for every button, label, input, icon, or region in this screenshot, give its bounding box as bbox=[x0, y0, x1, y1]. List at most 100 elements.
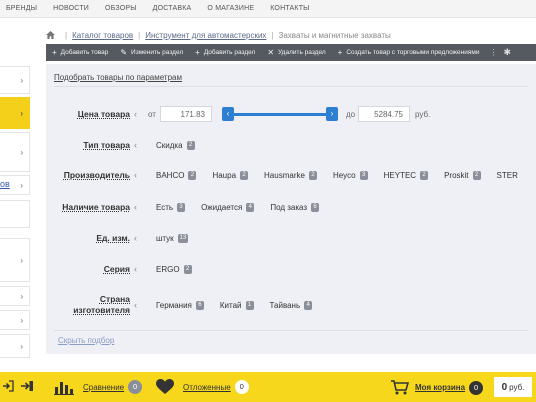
price-to-input[interactable] bbox=[358, 106, 410, 122]
filter-values: Германия 6 Китай 1 Тайвань 4 bbox=[156, 300, 328, 310]
count-badge: 2 bbox=[240, 170, 249, 180]
filter-value[interactable]: Скидка 2 bbox=[156, 140, 195, 150]
filter-value[interactable]: Ожидается 4 bbox=[201, 202, 255, 212]
chevron-left-icon[interactable]: ‹ bbox=[134, 202, 137, 212]
filter-value[interactable]: BAHCO 2 bbox=[156, 170, 197, 180]
sidebar-item[interactable]: › bbox=[0, 66, 30, 94]
filter-row-price: Цена товара ‹ от ‹ › до руб. bbox=[46, 103, 536, 125]
filter-value[interactable]: Тайвань 4 bbox=[270, 300, 313, 310]
add-product-button[interactable]: + Добавить товар bbox=[46, 44, 114, 61]
compare-button[interactable]: Сравнение 0 bbox=[54, 379, 143, 395]
count-badge: 6 bbox=[311, 202, 320, 212]
sidebar-item[interactable]: › bbox=[0, 132, 30, 172]
price-slider-track[interactable] bbox=[226, 113, 334, 116]
price-slider-max-handle[interactable]: › bbox=[326, 107, 338, 121]
nav-contacts[interactable]: КОНТАКТЫ bbox=[262, 5, 317, 12]
add-section-label: Добавить раздел bbox=[203, 49, 256, 56]
filter-value[interactable]: Есть 3 bbox=[156, 202, 186, 212]
filter-value-label: Скидка bbox=[156, 140, 183, 150]
filter-value[interactable]: штук 13 bbox=[156, 233, 189, 243]
filter-label-type[interactable]: Тип товара bbox=[83, 140, 130, 151]
chevron-left-icon[interactable]: ‹ bbox=[134, 170, 137, 180]
filter-value-label: Под заказ bbox=[270, 202, 308, 212]
add-product-label: Добавить товар bbox=[60, 49, 109, 56]
filter-value-label: Haupa bbox=[212, 170, 237, 180]
divider bbox=[54, 330, 528, 331]
login-icon[interactable] bbox=[2, 380, 14, 392]
count-badge: 2 bbox=[186, 140, 195, 150]
filter-value-label: Hausmarke bbox=[264, 170, 305, 180]
filter-value[interactable]: Proskit 2 bbox=[444, 170, 481, 180]
filter-value-label: HEYTEC bbox=[383, 170, 417, 180]
chevron-right-icon: › bbox=[20, 108, 23, 118]
nav-about[interactable]: О МАГАЗИНЕ bbox=[199, 5, 262, 12]
filter-value[interactable]: Германия 6 bbox=[156, 300, 204, 310]
filter-value[interactable]: Haupa 2 bbox=[212, 170, 249, 180]
chevron-left-icon[interactable]: ‹ bbox=[134, 140, 137, 150]
sidebar-item[interactable]: › bbox=[0, 238, 30, 282]
pencil-icon: ✎ bbox=[120, 47, 128, 57]
home-icon[interactable] bbox=[46, 31, 55, 39]
chevron-left-icon[interactable]: ‹ bbox=[134, 233, 137, 243]
count-badge: 1 bbox=[245, 300, 254, 310]
deferred-button[interactable]: Отложенные 0 bbox=[156, 379, 249, 395]
filter-label-series[interactable]: Серия bbox=[104, 264, 130, 275]
sidebar-item[interactable]: › bbox=[0, 286, 30, 306]
chevron-right-icon: › bbox=[330, 109, 334, 118]
smart-filter-panel: Подобрать товары по параметрам Цена това… bbox=[46, 64, 536, 354]
filter-values: BAHCO 2 Haupa 2 Hausmarke 2 Heyco 3 HEYTEC 2 … bbox=[156, 170, 534, 180]
chevron-left-icon[interactable]: ‹ bbox=[134, 300, 137, 310]
gear-icon[interactable]: ✱ bbox=[503, 47, 511, 58]
login-icon[interactable] bbox=[20, 380, 34, 392]
delete-section-button[interactable]: ✕ Удалить раздел bbox=[261, 44, 331, 61]
filter-label-country[interactable]: Страна изготовителя bbox=[66, 294, 130, 316]
chevron-left-icon[interactable]: ‹ bbox=[134, 264, 137, 274]
filter-value[interactable]: Hausmarke 2 bbox=[264, 170, 317, 180]
filter-label-unit[interactable]: Ед. изм. bbox=[96, 233, 130, 244]
plus-icon: + bbox=[195, 47, 200, 57]
sidebar-partial-link[interactable]: ов bbox=[0, 179, 10, 189]
price-slider-min-handle[interactable]: ‹ bbox=[222, 107, 234, 121]
chevron-right-icon: › bbox=[20, 180, 23, 190]
price-from-input[interactable] bbox=[160, 106, 212, 122]
filter-value[interactable]: Heyco 3 bbox=[333, 170, 368, 180]
deferred-label: Отложенные bbox=[183, 382, 231, 392]
filter-value[interactable]: ERGO 2 bbox=[156, 264, 192, 274]
add-section-button[interactable]: + Добавить раздел bbox=[189, 44, 261, 61]
nav-news[interactable]: НОВОСТИ bbox=[45, 5, 97, 12]
create-with-offers-button[interactable]: + Создать товар с торговыми предложениями bbox=[332, 44, 486, 61]
chevron-left-icon[interactable]: ‹ bbox=[134, 109, 137, 119]
price-from-label: от bbox=[148, 109, 156, 119]
more-dots-icon[interactable]: ⋮ bbox=[489, 48, 497, 57]
nav-reviews[interactable]: ОБЗОРЫ bbox=[97, 5, 145, 12]
filter-label-price[interactable]: Цена товара bbox=[78, 109, 130, 120]
filter-label-manufacturer[interactable]: Производитель bbox=[64, 170, 130, 181]
count-badge: 3 bbox=[177, 202, 186, 212]
nav-delivery[interactable]: ДОСТАВКА bbox=[145, 5, 200, 12]
breadcrumb-catalog[interactable]: Каталог товаров bbox=[72, 31, 133, 40]
filter-label-availability[interactable]: Наличие товара bbox=[62, 202, 130, 213]
filter-value-label: ERGO bbox=[156, 264, 180, 274]
hide-filter-link[interactable]: Скрыть подбор bbox=[58, 336, 114, 345]
filter-value[interactable]: STER bbox=[497, 171, 518, 180]
chevron-right-icon: › bbox=[20, 315, 23, 325]
filter-title-link[interactable]: Подобрать товары по параметрам bbox=[54, 73, 182, 82]
sidebar-item[interactable] bbox=[0, 200, 30, 228]
nav-brands[interactable]: БРЕНДЫ bbox=[0, 5, 45, 12]
count-badge: 2 bbox=[183, 264, 192, 274]
sidebar-item[interactable]: › bbox=[0, 310, 30, 330]
filter-value-label: STER bbox=[496, 170, 518, 180]
cart-button[interactable]: Моя корзина 0 bbox=[391, 380, 484, 395]
bottom-bar: Сравнение 0 Отложенные 0 Моя корзина 0 0… bbox=[0, 372, 536, 402]
filter-value-label: Proskit bbox=[444, 170, 469, 180]
sidebar-item-active[interactable]: › bbox=[0, 97, 30, 129]
breadcrumb-separator: | bbox=[271, 30, 274, 40]
filter-value[interactable]: HEYTEC 2 bbox=[383, 170, 429, 180]
chevron-right-icon: › bbox=[20, 255, 23, 265]
plus-icon: + bbox=[337, 47, 343, 57]
edit-section-button[interactable]: ✎ Изменить раздел bbox=[114, 44, 189, 61]
filter-value[interactable]: Китай 1 bbox=[220, 300, 254, 310]
filter-value[interactable]: Под заказ 6 bbox=[270, 202, 320, 212]
sidebar-item[interactable]: › bbox=[0, 334, 30, 358]
breadcrumb-auto-tools[interactable]: Инструмент для автомастерских bbox=[145, 31, 266, 40]
